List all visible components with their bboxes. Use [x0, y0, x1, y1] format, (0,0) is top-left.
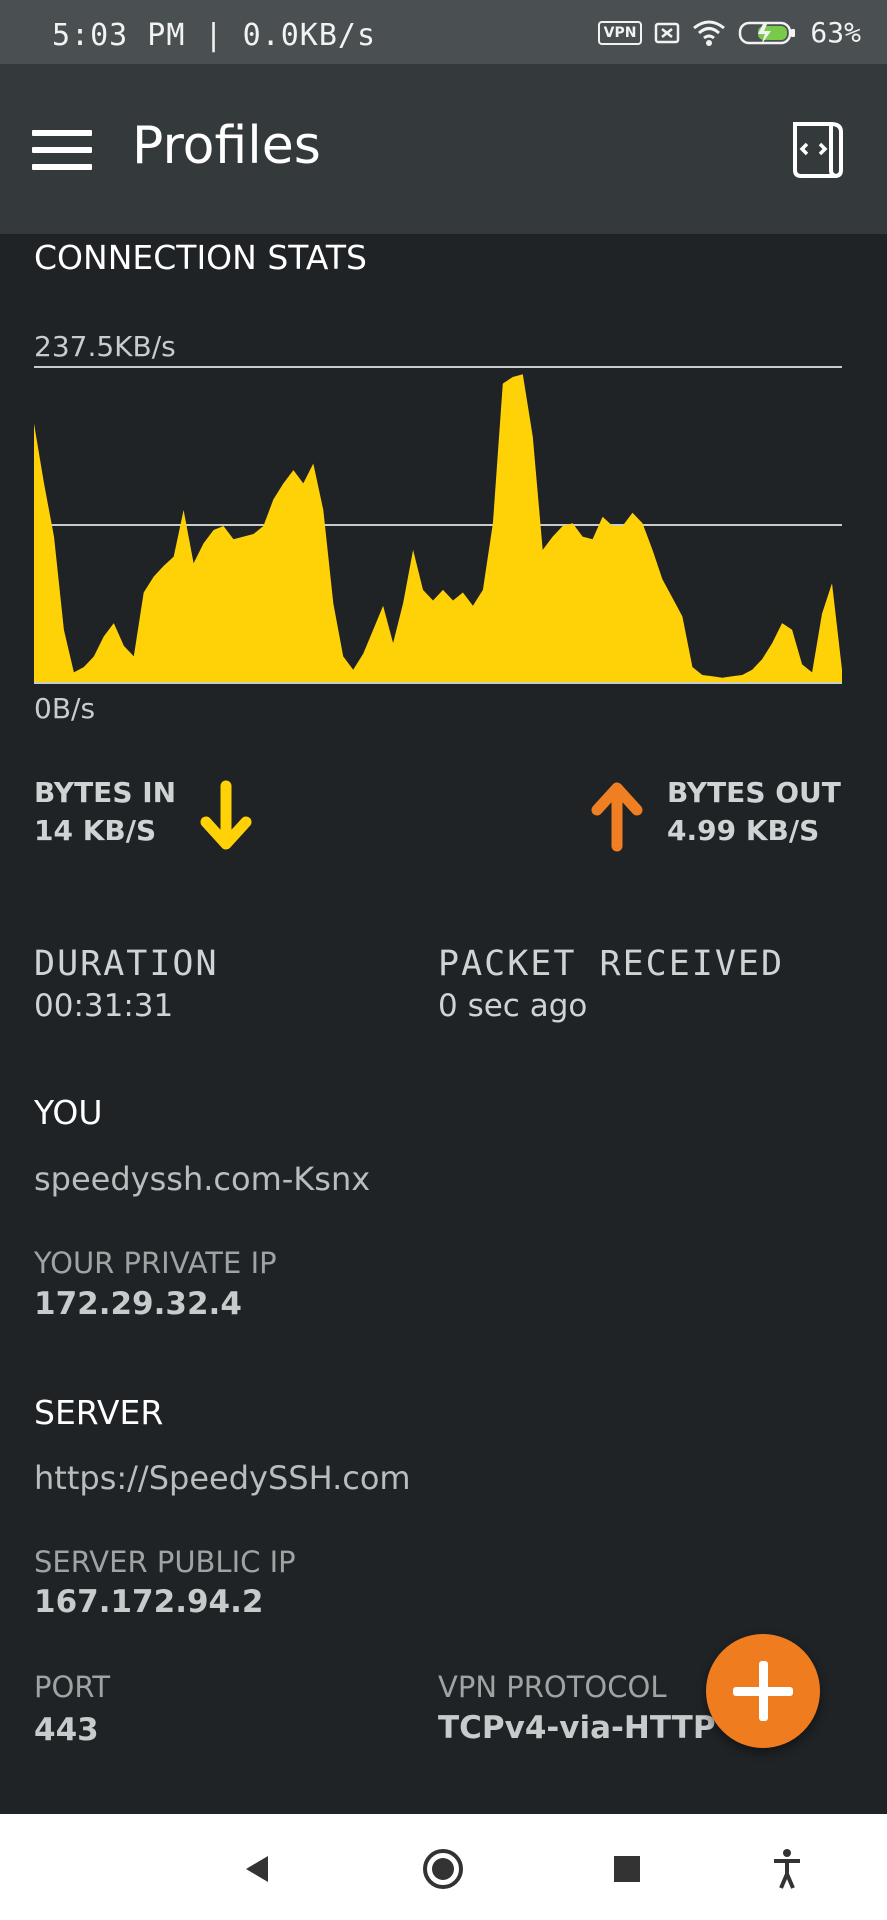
- page-title: Profiles: [132, 116, 321, 176]
- arrow-down-icon: [200, 780, 252, 850]
- arrow-up-icon: [591, 782, 643, 852]
- battery-percent: 63%: [810, 16, 861, 49]
- server-public-ip-label: SERVER PUBLIC IP: [34, 1545, 296, 1579]
- status-bar: 5:03 PM | 0.0KB/s VPN 63%: [0, 0, 887, 64]
- bytes-area-series: [34, 374, 842, 683]
- private-ip-label: YOUR PRIVATE IP: [34, 1246, 277, 1280]
- y-axis-max-label: 237.5KB/s: [34, 330, 176, 363]
- y-axis-min-label: 0B/s: [34, 692, 95, 722]
- navigation-bar: [0, 1814, 887, 1920]
- duration-label: DURATION: [34, 944, 219, 984]
- home-icon[interactable]: [418, 1844, 468, 1894]
- packet-received-value: 0 sec ago: [438, 988, 588, 1024]
- status-icons: VPN 63%: [597, 16, 861, 49]
- profile-name: speedyssh.com-Ksnx: [34, 1160, 371, 1198]
- back-icon[interactable]: [232, 1844, 282, 1894]
- bytes-out-value: 4.99 KB/S: [667, 814, 820, 847]
- notification-off-icon: [655, 22, 680, 43]
- bytes-out-label: BYTES OUT: [667, 776, 841, 809]
- duration-value: 00:31:31: [34, 988, 174, 1024]
- connection-stats-title: CONNECTION STATS: [34, 238, 367, 277]
- server-public-ip-value: 167.172.94.2: [34, 1584, 264, 1620]
- hamburger-menu-icon[interactable]: [32, 130, 92, 170]
- private-ip-value: 172.29.32.4: [34, 1286, 242, 1322]
- vpn-icon: VPN: [597, 20, 643, 45]
- server-heading: SERVER: [34, 1393, 164, 1432]
- packet-received-label: PACKET RECEIVED: [438, 944, 785, 984]
- wifi-icon: [693, 20, 726, 46]
- log-document-icon[interactable]: [787, 120, 847, 180]
- vpn-protocol-label: VPN PROTOCOL: [438, 1670, 667, 1704]
- you-heading: YOU: [34, 1093, 103, 1132]
- recents-icon[interactable]: [602, 1844, 652, 1894]
- port-label: PORT: [34, 1670, 111, 1704]
- add-profile-button[interactable]: [706, 1634, 820, 1748]
- connection-chart: 237.5KB/s 0B/s: [34, 322, 842, 725]
- vpn-protocol-value: TCPv4-via-HTTP: [438, 1710, 716, 1746]
- app-bar: Profiles: [0, 64, 887, 234]
- status-time: 5:03 PM | 0.0KB/s: [52, 18, 377, 53]
- bytes-in-label: BYTES IN: [34, 776, 177, 809]
- port-value: 443: [34, 1712, 99, 1748]
- bytes-in-value: 14 KB/S: [34, 814, 157, 847]
- battery-charging-icon: [739, 21, 796, 45]
- server-url: https://SpeedySSH.com: [34, 1459, 411, 1497]
- accessibility-icon[interactable]: [762, 1844, 812, 1894]
